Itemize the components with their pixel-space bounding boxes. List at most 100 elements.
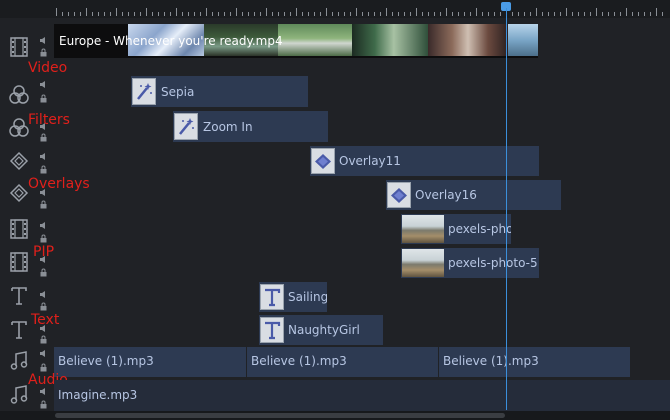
ruler-tick xyxy=(626,8,627,16)
speaker-icon[interactable] xyxy=(39,36,48,45)
ruler-tick xyxy=(344,12,345,16)
speaker-icon[interactable] xyxy=(39,221,48,230)
overlay-clip[interactable]: Overlay16 xyxy=(386,180,561,210)
horizontal-scrollbar[interactable] xyxy=(0,411,670,420)
filter-clip[interactable]: Zoom In xyxy=(173,111,328,142)
timeline-ruler[interactable] xyxy=(0,0,670,19)
lock-icon[interactable] xyxy=(39,94,48,103)
ruler-tick xyxy=(146,8,147,16)
pip-clip[interactable]: pexels-photo-5 xyxy=(401,248,539,278)
ruler-tick xyxy=(398,12,399,16)
track-text-1: Sailing xyxy=(0,280,670,314)
ruler-tick xyxy=(230,12,231,16)
ruler-tick xyxy=(518,12,519,16)
ruler-tick xyxy=(440,12,441,16)
ruler-tick xyxy=(104,12,105,16)
ruler-tick xyxy=(632,12,633,16)
ruler-tick xyxy=(302,12,303,16)
clip-label: Imagine.mp3 xyxy=(58,388,138,402)
playhead-line[interactable] xyxy=(506,8,507,410)
scrollbar-thumb[interactable] xyxy=(55,413,505,418)
clip-label: Zoom In xyxy=(203,120,253,134)
ruler-tick xyxy=(464,12,465,16)
speaker-icon[interactable] xyxy=(39,387,48,396)
ruler-tick xyxy=(56,8,57,16)
ruler-tick xyxy=(566,8,567,16)
ruler-tick xyxy=(290,12,291,16)
overlay-icon xyxy=(8,150,30,172)
lock-icon[interactable] xyxy=(39,302,48,311)
audio-clip[interactable]: Believe (1).mp3 xyxy=(439,347,630,377)
ruler-tick xyxy=(404,12,405,16)
lock-icon[interactable] xyxy=(39,48,48,57)
letter-t-icon xyxy=(260,317,284,343)
video-frame xyxy=(352,24,428,56)
speaker-icon[interactable] xyxy=(39,349,48,358)
lock-icon[interactable] xyxy=(39,335,48,344)
lock-icon[interactable] xyxy=(39,133,48,142)
ruler-tick xyxy=(140,12,141,16)
timeline-tracks: Video Europe - Whenever you're ready.mp4… xyxy=(0,18,670,413)
letter-t-icon xyxy=(260,284,284,310)
ruler-tick xyxy=(650,12,651,16)
ruler-tick xyxy=(620,12,621,16)
ruler-tick xyxy=(152,12,153,16)
ruler-tick xyxy=(338,12,339,16)
ruler-tick xyxy=(296,8,297,16)
overlay-clip[interactable]: Overlay11 xyxy=(310,146,539,176)
ruler-tick xyxy=(122,12,123,16)
audio-clip[interactable]: Imagine.mp3 xyxy=(54,380,670,411)
ruler-tick xyxy=(350,12,351,16)
ruler-tick xyxy=(74,12,75,16)
track-audio-2: Audio Imagine.mp3 xyxy=(0,372,670,413)
clip-label: Sepia xyxy=(161,85,195,99)
ruler-tick xyxy=(308,12,309,16)
ruler-tick xyxy=(62,12,63,16)
ruler-tick xyxy=(560,12,561,16)
ruler-tick xyxy=(392,12,393,16)
text-clip[interactable]: Sailing xyxy=(259,282,327,312)
ruler-tick xyxy=(320,12,321,16)
ruler-tick xyxy=(422,12,423,16)
speaker-icon[interactable] xyxy=(39,80,48,89)
ruler-tick xyxy=(548,12,549,16)
film-icon xyxy=(8,218,30,240)
ruler-tick xyxy=(386,8,387,16)
audio-clip[interactable]: Believe (1).mp3 xyxy=(247,347,438,377)
speaker-icon[interactable] xyxy=(39,152,48,161)
ruler-tick xyxy=(212,12,213,16)
ruler-tick xyxy=(494,12,495,16)
ruler-tick xyxy=(158,12,159,16)
video-frame xyxy=(278,24,352,56)
ruler-tick xyxy=(374,12,375,16)
ruler-tick xyxy=(614,12,615,16)
text-clip[interactable]: NaughtyGirl xyxy=(259,315,383,345)
track-filters-2: Filters Zoom In xyxy=(0,109,670,145)
ruler-tick xyxy=(584,12,585,16)
track-video: Video Europe - Whenever you're ready.mp4 xyxy=(0,18,670,76)
ruler-tick xyxy=(476,8,477,16)
pip-thumbnail xyxy=(402,249,444,277)
ruler-tick xyxy=(284,12,285,16)
music-note-icon xyxy=(8,350,30,372)
lock-icon[interactable] xyxy=(39,268,48,277)
audio-clip[interactable]: Believe (1).mp3 xyxy=(54,347,246,377)
ruler-tick xyxy=(656,8,657,16)
lock-icon[interactable] xyxy=(39,234,48,243)
lock-icon[interactable] xyxy=(39,165,48,174)
ruler-tick xyxy=(416,8,417,16)
speaker-icon[interactable] xyxy=(39,290,48,299)
clip-label: NaughtyGirl xyxy=(288,323,360,337)
lock-icon[interactable] xyxy=(39,200,48,209)
ruler-tick xyxy=(662,12,663,16)
video-clip[interactable]: Europe - Whenever you're ready.mp4 xyxy=(54,24,538,58)
pip-clip[interactable]: pexels-pho xyxy=(401,214,511,244)
lock-icon[interactable] xyxy=(39,363,48,372)
lock-icon[interactable] xyxy=(39,400,48,409)
ruler-tick xyxy=(434,12,435,16)
clip-label: Believe (1).mp3 xyxy=(443,354,539,368)
ruler-tick xyxy=(362,12,363,16)
ruler-tick xyxy=(578,12,579,16)
ruler-tick xyxy=(182,12,183,16)
filter-clip[interactable]: Sepia xyxy=(131,76,308,107)
